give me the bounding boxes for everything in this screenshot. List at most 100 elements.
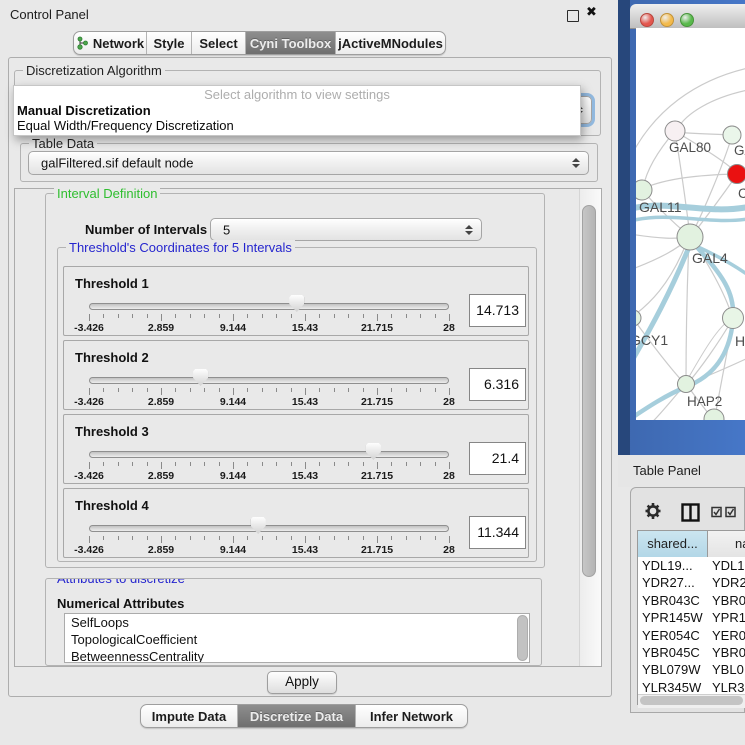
minor-tick <box>147 314 148 318</box>
minor-tick <box>435 536 436 540</box>
tab-cyni-toolbox[interactable]: Cyni Toolbox <box>246 32 336 54</box>
minimize-light[interactable] <box>660 13 674 27</box>
apply-button[interactable]: Apply <box>267 671 337 694</box>
minor-tick <box>118 314 119 318</box>
table-row[interactable]: YDR27...YDR2 <box>638 574 745 591</box>
table-header-shared[interactable]: shared... <box>638 531 708 557</box>
tab-select[interactable]: Select <box>192 32 246 54</box>
network-edge[interactable] <box>644 174 735 188</box>
threshold-row: Threshold 3-3.4262.8599.14415.4321.71528… <box>63 414 529 484</box>
threshold-value-field[interactable]: 14.713 <box>469 294 526 327</box>
attribute-list-item[interactable]: BetweennessCentrality <box>65 648 529 663</box>
node-table[interactable]: shared... na YDL19...YDL1YDR27...YDR2YBR… <box>637 530 745 705</box>
gear-icon[interactable] <box>644 501 662 521</box>
threshold-row: Threshold 2-3.4262.8599.14415.4321.71528… <box>63 340 529 410</box>
threshold-value-field[interactable]: 6.316 <box>469 368 526 401</box>
tab-discretize-data[interactable]: Discretize Data <box>238 705 356 727</box>
threshold-slider-track[interactable] <box>89 303 449 310</box>
minor-tick <box>406 536 407 540</box>
major-tick <box>305 536 306 543</box>
major-tick <box>377 462 378 469</box>
network-node-HAP2[interactable] <box>678 376 695 393</box>
checkboxes-icon[interactable] <box>711 506 739 518</box>
major-tick <box>161 388 162 395</box>
table-row[interactable]: YER054CYER0 <box>638 627 745 644</box>
tick-label: 15.43 <box>275 396 335 408</box>
network-node-node-bottom[interactable] <box>704 409 724 420</box>
network-edge[interactable] <box>636 320 684 383</box>
major-tick <box>449 536 450 543</box>
tick-label: 15.43 <box>275 322 335 334</box>
algorithm-option[interactable]: Equal Width/Frequency Discretization <box>14 118 580 133</box>
minor-tick <box>204 388 205 392</box>
network-node-GAL80[interactable] <box>665 121 685 141</box>
table-hscrollbar-thumb[interactable] <box>640 696 743 705</box>
minor-tick <box>276 536 277 540</box>
tab-jactivemnodules[interactable]: jActiveMNodules <box>336 32 445 54</box>
cyni-bottom-tabs: Impute Data Discretize Data Infer Network <box>140 704 468 728</box>
tab-style[interactable]: Style <box>147 32 192 54</box>
network-node-GAL4[interactable] <box>677 224 703 250</box>
network-node-node-top-right[interactable] <box>723 126 741 144</box>
table-row[interactable]: YDL19...YDL1 <box>638 557 745 574</box>
network-node-node-red[interactable] <box>728 165 745 184</box>
table-cell-shared: YER054C <box>638 627 709 644</box>
tab-network[interactable]: Network <box>74 32 147 54</box>
table-header-name[interactable]: na <box>708 531 745 557</box>
network-edge[interactable] <box>686 239 689 382</box>
table-row[interactable]: YBL079WYBL0 <box>638 661 745 678</box>
table-row[interactable]: YPR145WYPR1 <box>638 609 745 626</box>
table-row[interactable]: YBR043CYBR0 <box>638 592 745 609</box>
float-icon[interactable] <box>567 10 579 22</box>
network-canvas[interactable]: GAL80GACGAL11GAL4GCY1HHAP2 <box>636 28 745 420</box>
network-node-node-right-mid[interactable] <box>723 308 744 329</box>
minor-tick <box>118 536 119 540</box>
network-window-titlebar[interactable] <box>630 4 745 29</box>
panel-splitter[interactable] <box>618 0 630 455</box>
threshold-slider-track[interactable] <box>89 525 449 532</box>
tick-label: -3.426 <box>63 322 119 334</box>
number-of-intervals-combobox[interactable]: 5 <box>210 218 482 241</box>
minor-tick <box>175 536 176 540</box>
threshold-value-field[interactable]: 11.344 <box>469 516 526 549</box>
close-light[interactable] <box>640 13 654 27</box>
tab-label: Infer Network <box>370 709 453 724</box>
tab-impute-data[interactable]: Impute Data <box>141 705 238 727</box>
tab-label: Select <box>199 36 237 51</box>
threshold-value-field[interactable]: 21.4 <box>469 442 526 475</box>
minor-tick <box>262 536 263 540</box>
minor-tick <box>190 314 191 318</box>
algorithm-hint: Select algorithm to view settings <box>14 86 580 103</box>
network-node-label: HAP2 <box>687 394 722 409</box>
settings-scrollbar-thumb[interactable] <box>582 205 596 577</box>
close-icon[interactable]: ✖ <box>586 4 597 20</box>
tab-label: Discretize Data <box>250 709 343 724</box>
threshold-slider-track[interactable] <box>89 451 449 458</box>
tick-label: 15.43 <box>275 470 335 482</box>
minor-tick <box>103 314 104 318</box>
numerical-attributes-label: Numerical Attributes <box>57 596 184 611</box>
attributes-scrollbar-thumb[interactable] <box>517 615 528 661</box>
tick-label: 15.43 <box>275 544 335 556</box>
attribute-list-item[interactable]: SelfLoops <box>65 614 529 631</box>
threshold-slider-track[interactable] <box>89 377 449 384</box>
network-node-GAL11[interactable] <box>636 180 652 200</box>
tab-infer-network[interactable]: Infer Network <box>356 705 467 727</box>
tick-label: 21.715 <box>347 544 407 556</box>
minor-tick <box>132 462 133 466</box>
attribute-list-item[interactable]: TopologicalCoefficient <box>65 631 529 648</box>
table-cell-shared: YDL19... <box>638 557 709 574</box>
columns-icon[interactable] <box>681 503 700 522</box>
table-row[interactable]: YBR045CYBR0 <box>638 644 745 661</box>
network-node-GCY1[interactable] <box>636 310 641 326</box>
threshold-label: Threshold 3 <box>75 424 149 439</box>
network-edge[interactable] <box>678 90 745 128</box>
table-data-combobox[interactable]: galFiltered.sif default node <box>28 151 589 175</box>
zoom-light[interactable] <box>680 13 694 27</box>
algorithm-option[interactable]: Manual Discretization <box>14 103 580 118</box>
minor-tick <box>435 314 436 318</box>
minor-tick <box>204 462 205 466</box>
table-cell-name: YPR1 <box>709 609 745 626</box>
numerical-attributes-list[interactable]: SelfLoopsTopologicalCoefficientBetweenne… <box>64 613 530 663</box>
network-edge-highlighted[interactable] <box>636 217 745 221</box>
